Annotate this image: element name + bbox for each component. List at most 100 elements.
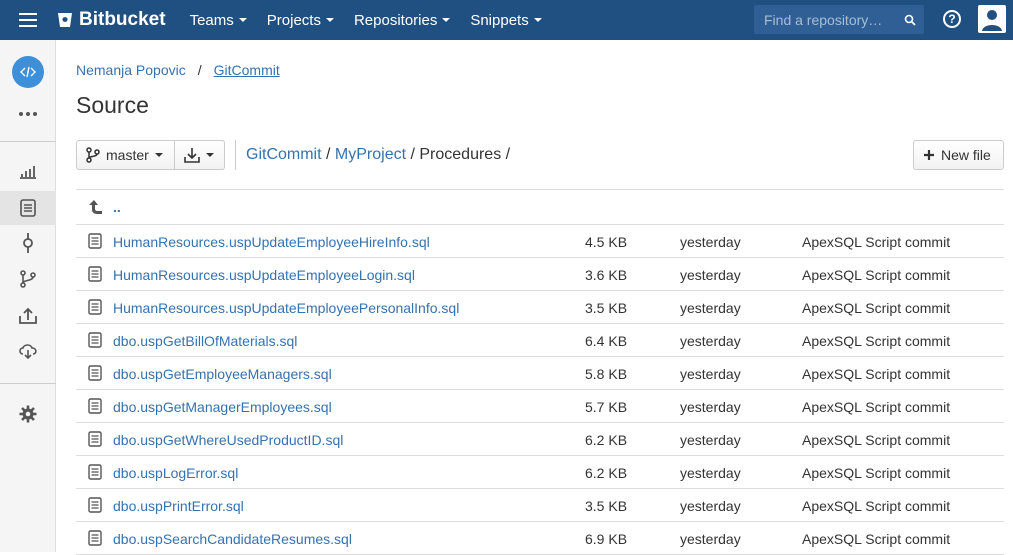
search-icon[interactable] xyxy=(904,14,916,26)
path-separator: / xyxy=(501,146,511,163)
branch-selector-button[interactable]: master xyxy=(76,140,175,170)
source-toolbar: master xyxy=(76,140,225,170)
branch-name: master xyxy=(106,147,149,163)
path-folder-link[interactable]: MyProject xyxy=(335,146,406,163)
commit-message: ApexSQL Script commit xyxy=(802,366,951,382)
search-input[interactable] xyxy=(764,11,904,28)
user-icon xyxy=(982,10,1002,31)
file-size: 6.9 KB xyxy=(585,531,628,547)
file-name-link[interactable]: dbo.uspGetManagerEmployees.sql xyxy=(113,399,332,415)
settings-gear-icon[interactable] xyxy=(0,397,56,431)
file-icon xyxy=(88,464,102,480)
cloud-download-icon[interactable] xyxy=(0,334,56,368)
last-modified: yesterday xyxy=(680,432,741,448)
file-icon xyxy=(88,530,102,546)
file-icon xyxy=(88,266,102,282)
file-size: 6.4 KB xyxy=(585,333,628,349)
nav-repositories[interactable]: Repositories xyxy=(344,0,460,40)
file-row[interactable]: dbo.uspPrintError.sql 3.5 KB yesterday Apex… xyxy=(76,489,1004,522)
nav-teams-label: Teams xyxy=(189,11,234,29)
bitbucket-logo[interactable]: Bitbucket xyxy=(56,0,166,40)
file-name-link[interactable]: dbo.uspGetBillOfMaterials.sql xyxy=(113,333,297,349)
brand-name: Bitbucket xyxy=(79,9,166,30)
chevron-down-icon xyxy=(154,153,163,157)
parent-directory-row[interactable]: .. xyxy=(76,190,1004,225)
file-row[interactable]: dbo.uspGetManagerEmployees.sql 5.7 KB yest… xyxy=(76,390,1004,423)
file-icon xyxy=(88,431,102,447)
path-separator: / xyxy=(406,146,420,163)
file-icon xyxy=(88,299,102,315)
nav-snippets-label: Snippets xyxy=(470,11,529,29)
commit-message: ApexSQL Script commit xyxy=(802,465,951,481)
commit-message: ApexSQL Script commit xyxy=(802,333,951,349)
path-root-link[interactable]: GitCommit xyxy=(246,146,322,163)
file-size: 3.5 KB xyxy=(585,300,628,316)
page-title: Source xyxy=(76,92,149,118)
file-name-link[interactable]: HumanResources.uspUpdateEmployeeHireInfo… xyxy=(113,234,430,250)
last-modified: yesterday xyxy=(680,300,741,316)
new-file-button[interactable]: New file xyxy=(913,140,1004,170)
nav-snippets[interactable]: Snippets xyxy=(460,0,551,40)
help-icon[interactable]: ? xyxy=(943,10,961,28)
nav-teams[interactable]: Teams xyxy=(180,0,257,40)
last-modified: yesterday xyxy=(680,366,741,382)
file-row[interactable]: dbo.uspLogError.sql 6.2 KB yesterday ApexSQ… xyxy=(76,456,1004,489)
nav-projects[interactable]: Projects xyxy=(257,0,344,40)
chevron-down-icon xyxy=(533,18,542,22)
last-modified: yesterday xyxy=(680,399,741,415)
chevron-down-icon xyxy=(238,18,247,22)
parent-directory-link[interactable]: .. xyxy=(113,199,121,215)
file-row[interactable]: dbo.uspSearchCandidateResumes.sql 6.9 KB y… xyxy=(76,522,1004,555)
breadcrumb: Nemanja Popovic / GitCommit xyxy=(76,62,280,78)
top-navigation-bar: Bitbucket Teams Projects Repositories Sn… xyxy=(0,0,1013,40)
source-icon[interactable] xyxy=(0,191,56,225)
file-row[interactable]: dbo.uspGetBillOfMaterials.sql 6.4 KB yeste… xyxy=(76,324,1004,357)
file-size: 6.2 KB xyxy=(585,432,628,448)
plus-icon xyxy=(924,150,934,160)
file-name-link[interactable]: HumanResources.uspUpdateEmployeePersonal… xyxy=(113,300,459,316)
repository-avatar[interactable] xyxy=(0,54,56,90)
nav-repositories-label: Repositories xyxy=(353,11,438,29)
file-row[interactable]: HumanResources.uspUpdateEmployeeHireInfo… xyxy=(76,225,1004,258)
upload-icon[interactable] xyxy=(0,299,56,333)
user-avatar[interactable] xyxy=(978,5,1006,33)
download-button[interactable] xyxy=(175,140,225,170)
breadcrumb-separator: / xyxy=(197,62,202,78)
breadcrumb-owner[interactable]: Nemanja Popovic xyxy=(76,62,186,78)
sidebar-divider xyxy=(0,383,56,384)
arrow-up-left-icon xyxy=(89,200,102,214)
file-size: 4.5 KB xyxy=(585,234,628,250)
repository-search xyxy=(754,5,924,34)
file-name-link[interactable]: dbo.uspLogError.sql xyxy=(113,465,238,481)
file-name-link[interactable]: dbo.uspSearchCandidateResumes.sql xyxy=(113,531,352,547)
chevron-down-icon xyxy=(325,18,334,22)
file-size: 5.8 KB xyxy=(585,366,628,382)
file-name-link[interactable]: dbo.uspPrintError.sql xyxy=(113,498,244,514)
file-icon xyxy=(88,398,102,414)
breadcrumb-repo[interactable]: GitCommit xyxy=(214,62,280,78)
commits-icon[interactable] xyxy=(0,226,56,260)
file-name-link[interactable]: dbo.uspGetEmployeeManagers.sql xyxy=(113,366,332,382)
repository-sidebar xyxy=(0,40,56,552)
branches-icon[interactable] xyxy=(0,262,56,296)
more-icon[interactable] xyxy=(0,97,56,131)
file-name-link[interactable]: dbo.uspGetWhereUsedProductID.sql xyxy=(113,432,343,448)
commit-message: ApexSQL Script commit xyxy=(802,432,951,448)
commit-message: ApexSQL Script commit xyxy=(802,234,951,250)
file-size: 6.2 KB xyxy=(585,465,628,481)
last-modified: yesterday xyxy=(680,531,741,547)
code-icon xyxy=(12,56,44,88)
path-current: Procedures xyxy=(419,146,502,163)
file-row[interactable]: dbo.uspGetWhereUsedProductID.sql 6.2 KB ye… xyxy=(76,423,1004,456)
file-row[interactable]: dbo.uspGetEmployeeManagers.sql 5.8 KB yest… xyxy=(76,357,1004,390)
file-icon xyxy=(88,365,102,381)
file-icon xyxy=(88,497,102,513)
file-name-link[interactable]: HumanResources.uspUpdateEmployeeLogin.sq… xyxy=(113,267,415,283)
menu-icon[interactable] xyxy=(0,0,56,40)
last-modified: yesterday xyxy=(680,465,741,481)
download-icon xyxy=(184,148,200,163)
file-row[interactable]: HumanResources.uspUpdateEmployeePersonal… xyxy=(76,291,1004,324)
last-modified: yesterday xyxy=(680,498,741,514)
file-row[interactable]: HumanResources.uspUpdateEmployeeLogin.sq… xyxy=(76,258,1004,291)
overview-icon[interactable] xyxy=(0,155,56,189)
